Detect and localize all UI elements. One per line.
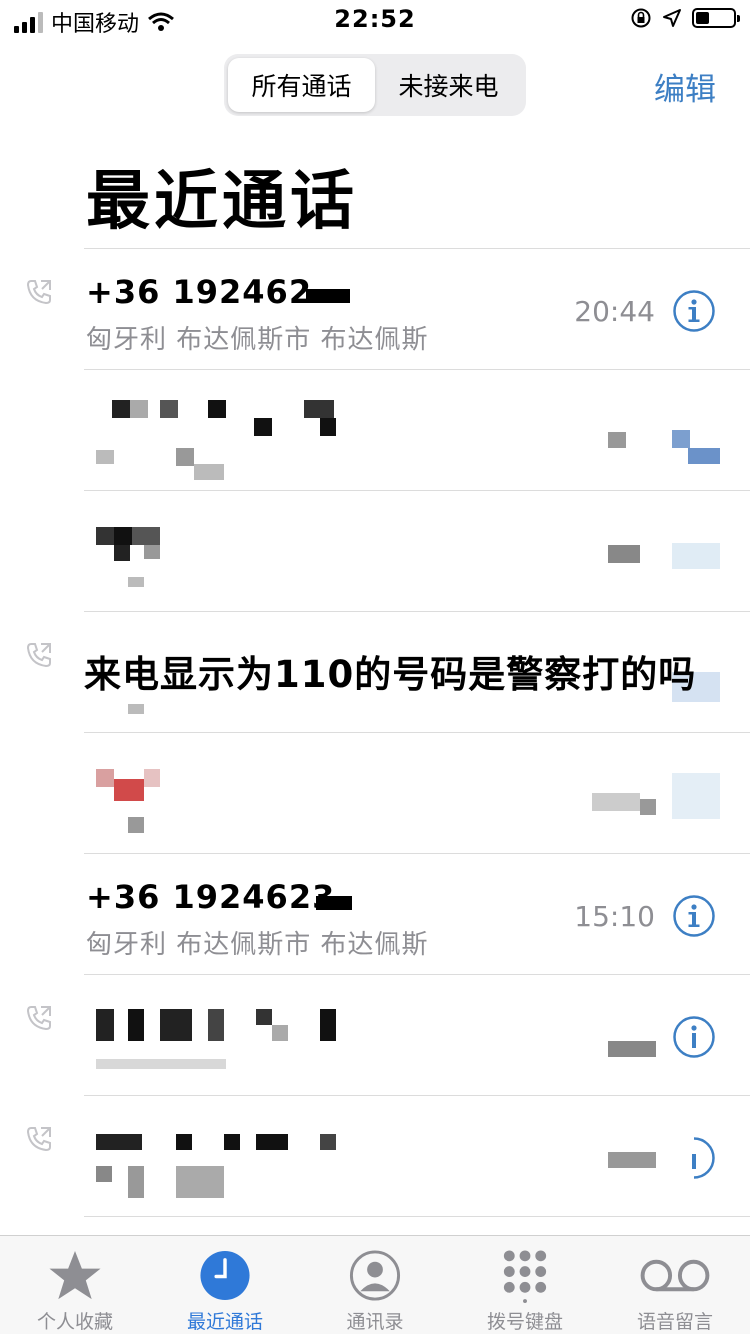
call-filter-segmented-control: 所有通话 未接来电: [224, 54, 526, 116]
pixelation-block: [592, 793, 640, 811]
call-row-pixelated[interactable]: [84, 732, 750, 853]
pixelation-block: [194, 464, 224, 480]
pixelation-block: [160, 400, 178, 418]
outgoing-call-icon: [26, 643, 51, 668]
pixelation-block: [96, 1166, 112, 1182]
pixelation-block: [114, 545, 130, 561]
redaction-block: [306, 289, 350, 303]
call-time: 15:10: [574, 900, 655, 933]
call-row-pixelated[interactable]: [26, 974, 750, 1095]
segment-all-calls[interactable]: 所有通话: [228, 58, 375, 112]
caller-number: +36 192462: [86, 273, 313, 311]
overlay-caption: 来电显示为110的号码是警察打的吗: [84, 653, 697, 696]
pixelation-block: [114, 779, 144, 801]
location-icon: [663, 9, 681, 27]
pixelation-block: [640, 799, 656, 815]
pixelation-block: [608, 432, 626, 448]
tab-recents[interactable]: 最近通话: [150, 1236, 300, 1334]
info-icon[interactable]: [672, 289, 716, 333]
pixelation-block: [254, 418, 272, 436]
outgoing-call-icon: [26, 280, 51, 305]
pixelation-block: [144, 769, 160, 787]
pixelation-block: [208, 400, 226, 418]
tab-label: 最近通话: [186, 1311, 263, 1333]
pixelation-block: [130, 400, 148, 418]
pixelation-block: [208, 1009, 224, 1041]
pixelation-block: [688, 448, 720, 464]
pixelation-block: [256, 1009, 272, 1025]
pixelation-block: [112, 400, 130, 418]
pixelation-block: [272, 1025, 288, 1041]
pixelation-block: [160, 1009, 192, 1041]
pixelation-block: [176, 1166, 224, 1198]
tab-label: 拨号键盘: [486, 1311, 563, 1333]
pixelation-block: [96, 1009, 114, 1041]
call-row[interactable]: +36 1924623 匈牙利 布达佩斯市 布达佩斯 15:10: [84, 853, 750, 974]
call-row[interactable]: +36 192462 匈牙利 布达佩斯市 布达佩斯 20:44: [26, 248, 750, 369]
pixelation-block: [96, 1134, 142, 1150]
clock-icon: [200, 1250, 250, 1301]
pixelation-block: [320, 418, 336, 436]
pixelation-block: [608, 1041, 656, 1057]
pixelation-block: [672, 543, 720, 569]
pixelation-block: [96, 769, 114, 787]
pixelation-block: [128, 1166, 144, 1198]
tab-favorites[interactable]: 个人收藏: [0, 1236, 150, 1334]
call-row-pixelated[interactable]: [84, 369, 750, 490]
recents-list: +36 192462 匈牙利 布达佩斯市 布达佩斯 20:44 +36 1924…: [0, 248, 750, 1236]
keypad-icon: [503, 1250, 547, 1303]
info-icon[interactable]: [672, 1136, 716, 1180]
tab-label: 通讯录: [346, 1311, 404, 1333]
tab-voicemail[interactable]: 语音留言: [600, 1236, 750, 1334]
pixelation-block: [132, 527, 160, 545]
pixelation-block: [176, 1134, 192, 1150]
pixelation-block: [128, 577, 144, 587]
info-icon[interactable]: [672, 894, 716, 938]
call-time: 20:44: [574, 295, 655, 328]
redaction-block: [316, 896, 352, 910]
outgoing-call-icon: [26, 1006, 51, 1031]
edit-button[interactable]: 编辑: [654, 64, 716, 109]
pixelation-block: [128, 704, 144, 714]
call-row-partial[interactable]: [84, 1216, 750, 1236]
tab-label: 语音留言: [636, 1311, 713, 1333]
pixelation-block: [96, 1059, 226, 1069]
pixelation-block: [320, 1009, 336, 1041]
pixelation-block: [176, 448, 194, 466]
caller-number: +36 1924623: [86, 878, 336, 916]
caller-location: 匈牙利 布达佩斯市 布达佩斯: [86, 325, 429, 355]
status-bar: 中国移动 22:52: [0, 0, 750, 40]
call-row-pixelated[interactable]: [84, 490, 750, 611]
orientation-lock-icon: [631, 8, 651, 28]
pixelation-block: [96, 450, 114, 464]
outgoing-call-icon: [26, 1127, 51, 1152]
pixelation-block: [224, 1134, 240, 1150]
tab-keypad[interactable]: 拨号键盘: [450, 1236, 600, 1334]
pixelation-block: [114, 527, 132, 545]
voicemail-icon: [640, 1259, 710, 1292]
pixelation-block: [608, 1152, 656, 1168]
page-title: 最近通话: [86, 165, 358, 239]
pixelation-block: [608, 545, 640, 563]
tab-bar: 个人收藏 最近通话 通讯录 拨号键盘 语音留言: [0, 1235, 750, 1334]
pixelation-block: [304, 400, 334, 418]
star-icon: [49, 1250, 101, 1300]
segment-missed-calls[interactable]: 未接来电: [375, 58, 522, 112]
call-row-pixelated[interactable]: [26, 1095, 750, 1216]
status-right: [630, 7, 740, 29]
battery-icon: [692, 8, 740, 28]
pixelation-block: [672, 430, 690, 448]
pixelation-block: [256, 1134, 288, 1150]
pixelation-block: [96, 527, 114, 545]
tab-contacts[interactable]: 通讯录: [300, 1236, 450, 1334]
info-icon[interactable]: [672, 1015, 716, 1059]
caller-location: 匈牙利 布达佩斯市 布达佩斯: [86, 930, 429, 960]
pixelation-block: [320, 1134, 336, 1150]
pixelation-block: [144, 545, 160, 559]
contact-icon: [349, 1250, 401, 1301]
tab-label: 个人收藏: [36, 1311, 113, 1333]
pixelation-block: [672, 773, 720, 819]
pixelation-block: [128, 817, 144, 833]
pixelation-block: [128, 1009, 144, 1041]
